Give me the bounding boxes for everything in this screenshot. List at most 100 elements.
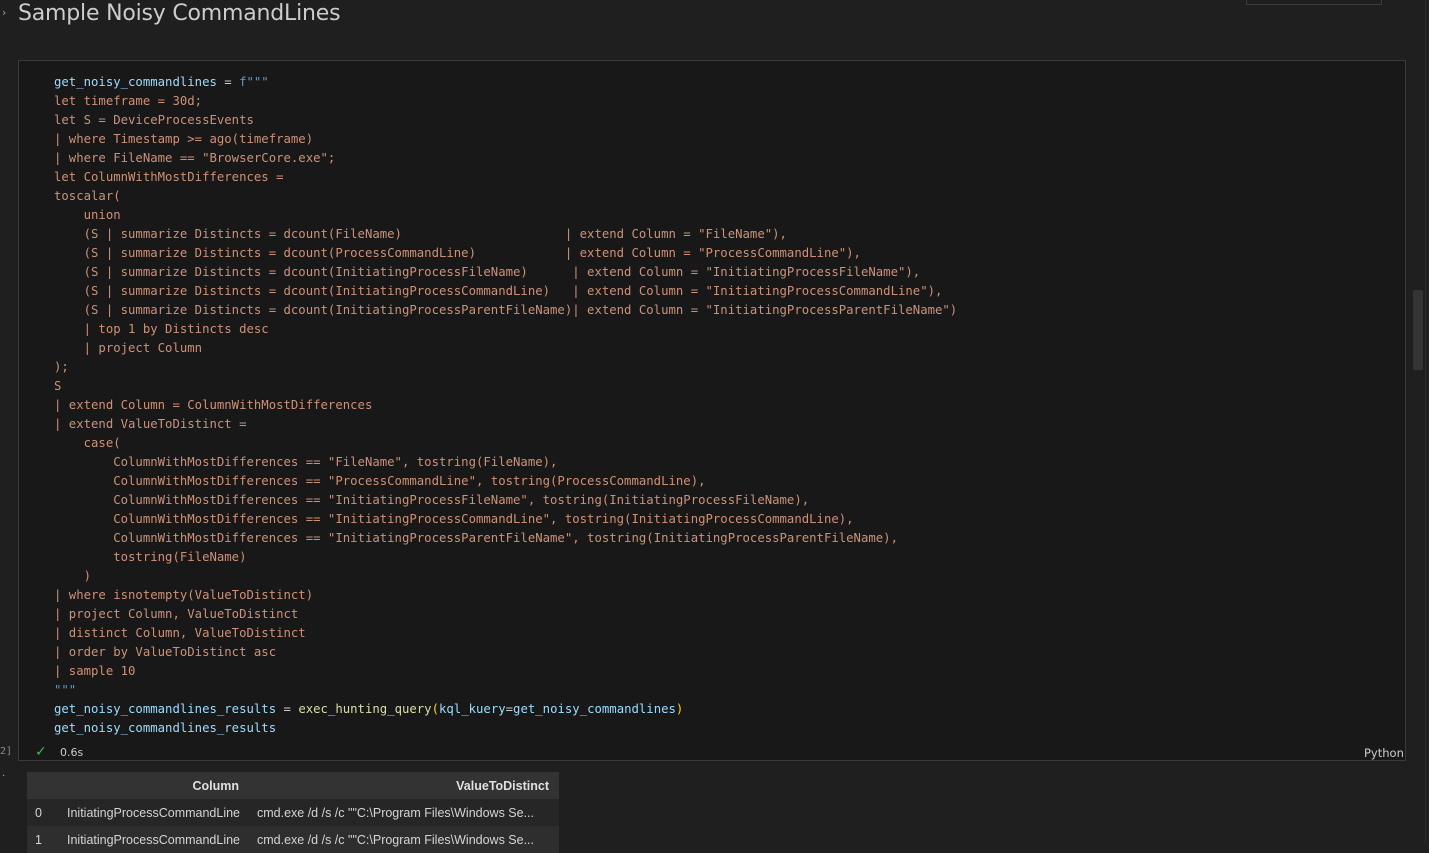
check-icon: ✓ [35,744,47,760]
code-token: ColumnWithMostDifferences == "FileName",… [54,455,558,469]
code-line: """ [54,681,957,700]
code-cell[interactable]: get_noisy_commandlines = f""" let timefra… [18,60,1406,761]
output-marker: . [2,768,6,779]
section-heading: Sample Noisy CommandLines [18,1,341,26]
code-line: toscalar( [54,187,957,206]
code-line: tostring(FileName) [54,548,957,567]
code-token: ) [54,569,92,583]
code-token: ColumnWithMostDifferences == "Initiating… [54,531,898,545]
code-token: | order by ValueToDistinct asc [54,645,277,659]
code-token: get_noisy_commandlines_results [54,721,277,735]
value-header: ValueToDistinct [249,772,559,799]
code-line: | where isnotempty(ValueToDistinct) [54,586,957,605]
code-token: get_noisy_commandlines [513,702,676,716]
code-token: get_noisy_commandlines [54,75,217,89]
code-token: let ColumnWithMostDifferences = [54,170,284,184]
code-token: toscalar( [54,189,121,203]
code-line: ColumnWithMostDifferences == "Initiating… [54,510,957,529]
row-index: 0 [27,799,59,826]
code-line: | project Column [54,339,957,358]
code-line: ) [54,567,957,586]
code-token: | extend Column = ColumnWithMostDifferen… [54,398,373,412]
code-token: tostring(FileName) [54,550,247,564]
code-token: = [216,75,240,89]
code-token: (S | summarize Distincts = dcount(Initia… [54,303,958,317]
row-value: cmd.exe /d /s /c ""C:\Program Files\Wind… [249,799,559,826]
code-token: (S | summarize Distincts = dcount(Proces… [54,246,861,260]
code-token: (S | summarize Distincts = dcount(FileNa… [54,227,787,241]
code-token: = [505,702,514,716]
code-line: (S | summarize Distincts = dcount(FileNa… [54,225,957,244]
code-token: | where Timestamp >= ago(timeframe) [54,132,314,146]
code-token: ); [54,360,69,374]
code-line: get_noisy_commandlines_results [54,719,957,738]
code-line: get_noisy_commandlines = f""" [54,73,957,92]
code-line: let ColumnWithMostDifferences = [54,168,957,187]
column-header: Column [59,772,249,799]
code-line: (S | summarize Distincts = dcount(Initia… [54,301,958,320]
code-line: ColumnWithMostDifferences == "Initiating… [54,529,957,548]
code-line: | distinct Column, ValueToDistinct [54,624,957,643]
code-token: kql_kuery [439,702,506,716]
code-token: ) [675,702,684,716]
table-row: 1 InitiatingProcessCommandLine cmd.exe /… [27,826,559,853]
cell-language[interactable]: Python [1364,746,1404,760]
code-token: get_noisy_commandlines_results [54,702,277,716]
row-column: InitiatingProcessCommandLine [59,826,249,853]
code-line: | extend Column = ColumnWithMostDifferen… [54,396,957,415]
code-line: (S | summarize Distincts = dcount(Proces… [54,244,957,263]
code-token: ColumnWithMostDifferences == "ProcessCom… [54,474,706,488]
code-token: f""" [239,75,269,89]
code-token: """ [54,683,77,697]
editor-border [1425,0,1426,844]
code-line: | where FileName == "BrowserCore.exe"; [54,149,957,168]
scrollbar-thumb[interactable] [1413,290,1423,370]
code-token: (S | summarize Distincts = dcount(Initia… [54,265,921,279]
code-token: exec_hunting_query [298,702,432,716]
code-line: ColumnWithMostDifferences == "Initiating… [54,491,957,510]
code-token: = [276,702,299,716]
code-line: (S | summarize Distincts = dcount(Initia… [54,263,957,282]
code-line: | where Timestamp >= ago(timeframe) [54,130,957,149]
code-line: ); [54,358,957,377]
table-row: 0 InitiatingProcessCommandLine cmd.exe /… [27,799,559,826]
code-line: S [54,377,957,396]
collapse-chevron-icon[interactable]: › [2,6,6,19]
code-editor[interactable]: get_noisy_commandlines = f""" let timefra… [54,73,957,738]
code-line: let S = DeviceProcessEvents [54,111,957,130]
code-token: | project Column, ValueToDistinct [54,607,299,621]
code-token: ( [431,702,439,716]
row-index: 1 [27,826,59,853]
code-token: case( [54,436,121,450]
code-token: | project Column [54,341,203,355]
code-line: | top 1 by Distincts desc [54,320,957,339]
code-line: | sample 10 [54,662,957,681]
code-token: | sample 10 [54,664,136,678]
code-line: | project Column, ValueToDistinct [54,605,957,624]
code-line: ColumnWithMostDifferences == "ProcessCom… [54,472,957,491]
code-line: (S | summarize Distincts = dcount(Initia… [54,282,957,301]
code-line: get_noisy_commandlines_results = exec_hu… [54,700,957,719]
code-token: | distinct Column, ValueToDistinct [54,626,306,640]
execution-duration: 0.6s [60,746,84,759]
code-line: union [54,206,957,225]
code-token: S [54,379,62,393]
code-token: | top 1 by Distincts desc [54,322,269,336]
code-line: case( [54,434,957,453]
code-token: (S | summarize Distincts = dcount(Initia… [54,284,943,298]
code-token: ColumnWithMostDifferences == "Initiating… [54,493,810,507]
code-line: let timeframe = 30d; [54,92,957,111]
row-value: cmd.exe /d /s /c ""C:\Program Files\Wind… [249,826,559,853]
code-token: let timeframe = 30d; [54,94,203,108]
code-line: | order by ValueToDistinct asc [54,643,957,662]
execution-count: 2] [0,746,13,757]
code-token: | where FileName == "BrowserCore.exe"; [54,151,336,165]
code-token: ColumnWithMostDifferences == "Initiating… [54,512,854,526]
code-token: | extend ValueToDistinct = [54,417,247,431]
dataframe-output: Column ValueToDistinct 0 InitiatingProce… [27,772,559,853]
row-column: InitiatingProcessCommandLine [59,799,249,826]
table-header-row: Column ValueToDistinct [27,772,559,799]
code-token: let S = DeviceProcessEvents [54,113,254,127]
index-header [27,772,59,799]
code-line: ColumnWithMostDifferences == "FileName",… [54,453,957,472]
